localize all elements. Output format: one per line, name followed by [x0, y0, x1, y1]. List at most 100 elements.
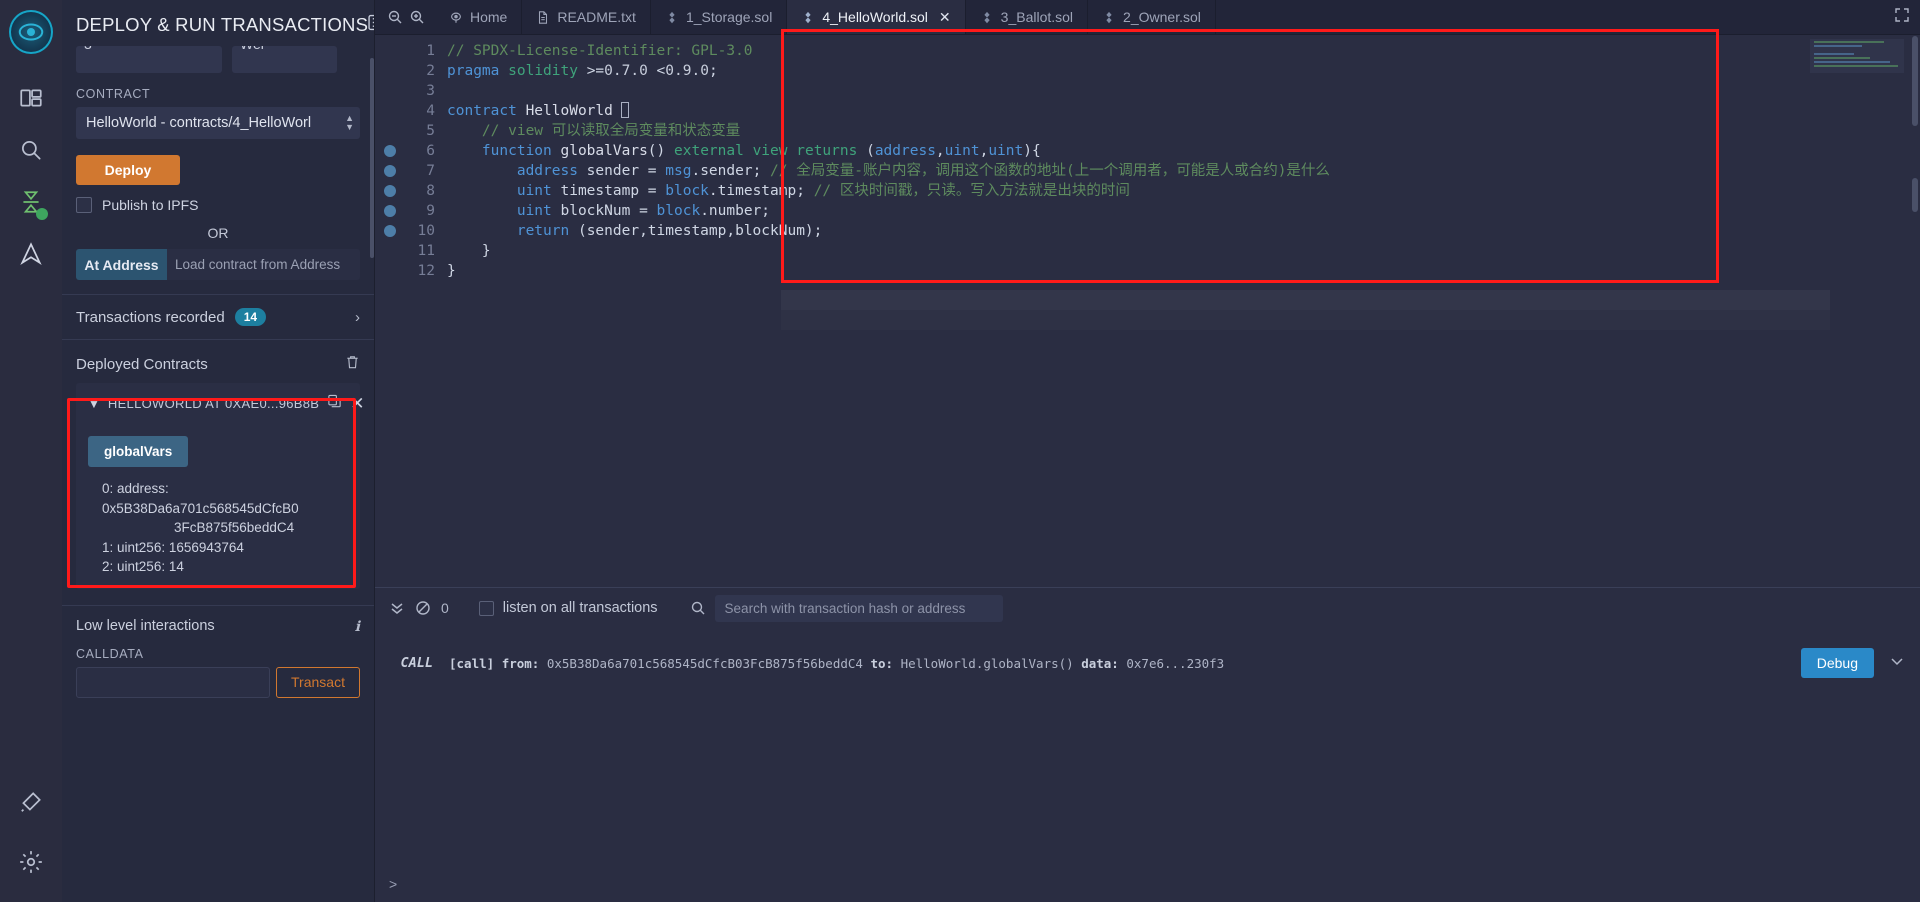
- glyph-5: [375, 121, 405, 141]
- publish-ipfs-row[interactable]: Publish to IPFS: [76, 197, 360, 213]
- calldata-label: CALLDATA: [76, 646, 144, 661]
- low-level-interactions-header: Low level interactions ℹ: [62, 604, 374, 635]
- panel-layout-icon[interactable]: [368, 14, 374, 36]
- tab-1-storage-label: 1_Storage.sol: [685, 9, 773, 25]
- log-prefix: [call]: [449, 655, 495, 671]
- panel-header: DEPLOY & RUN TRANSACTIONS: [62, 0, 374, 46]
- panel-scrollbar[interactable]: [370, 58, 374, 258]
- line-number: 1: [426, 43, 435, 59]
- contract-select-value: HelloWorld - contracts/4_HelloWorl: [86, 115, 312, 131]
- settings-gear-icon[interactable]: [8, 836, 54, 888]
- main-scrollbar-secondary[interactable]: [1912, 178, 1918, 212]
- tab-4-helloworld-label: 4_HelloWorld.sol: [822, 9, 928, 25]
- gas-value-row: 3 Wei: [76, 46, 360, 73]
- ban-clear-icon[interactable]: [415, 600, 431, 616]
- log-to-value: HelloWorld.globalVars(): [900, 655, 1074, 671]
- plugin-manager-icon[interactable]: [8, 776, 54, 828]
- tab-1-storage[interactable]: 1_Storage.sol: [651, 0, 788, 34]
- code-line-4: contract HelloWorld: [447, 101, 1920, 121]
- calldata-input[interactable]: [76, 666, 270, 698]
- debug-button[interactable]: Debug: [1800, 648, 1874, 678]
- code-editor[interactable]: 1 2 3 4 5 6 7 8 9 10 11 12 // SPDX-Licen…: [375, 35, 1920, 587]
- editor-minimap[interactable]: [1810, 39, 1904, 73]
- calldata-row: Transact: [76, 666, 360, 698]
- tab-3-ballot-label: 3_Ballot.sol: [1000, 9, 1074, 25]
- transactions-recorded-row[interactable]: Transactions recorded 14 ›: [62, 294, 374, 340]
- solidity-compiler-icon[interactable]: [8, 176, 54, 228]
- deployed-instance-card: ▼ HELLOWORLD AT 0XAE0...96B8B ✕ globalVa…: [76, 383, 365, 589]
- value-unit-value: Wei: [240, 46, 264, 52]
- editor-content[interactable]: 1 2 3 4 5 6 7 8 9 10 11 12 // SPDX-Licen…: [375, 35, 1920, 281]
- return-2-index: 2:: [102, 559, 114, 575]
- deploy-run-icon[interactable]: [8, 228, 54, 280]
- log-from-label: from:: [501, 655, 540, 671]
- breakpoint-line-9[interactable]: [375, 201, 405, 221]
- chevron-down-icon[interactable]: [1888, 652, 1906, 674]
- editor-line-numbers: 1 2 3 4 5 6 7 8 9 10 11 12: [405, 41, 447, 281]
- close-icon[interactable]: ✕: [350, 395, 364, 412]
- listen-all-transactions-row[interactable]: listen on all transactions: [478, 600, 658, 616]
- publish-ipfs-checkbox[interactable]: [76, 197, 92, 213]
- tab-3-ballot[interactable]: 3_Ballot.sol: [966, 0, 1089, 34]
- breakpoint-line-10[interactable]: [375, 221, 405, 241]
- chevron-down-icon[interactable]: ▼: [88, 397, 100, 411]
- listen-all-checkbox[interactable]: [478, 600, 494, 616]
- contract-select[interactable]: HelloWorld - contracts/4_HelloWorl ▲ ▼: [76, 107, 360, 139]
- solidity-file-icon: [801, 10, 815, 25]
- zoom-in-icon[interactable]: [409, 9, 425, 25]
- terminal-panel: 0 listen on all transactions CALL [call]…: [375, 587, 1920, 902]
- tab-2-owner[interactable]: 2_Owner.sol: [1088, 0, 1216, 34]
- globalvars-function-button[interactable]: globalVars: [88, 436, 189, 467]
- text-cursor: [620, 102, 629, 118]
- editor-selected-line: [781, 290, 1830, 310]
- code-line-11: }: [447, 243, 491, 259]
- search-icon[interactable]: [690, 600, 706, 616]
- delete-all-icon[interactable]: [345, 354, 360, 375]
- chevrons-down-icon[interactable]: [389, 600, 405, 616]
- return-2-type: uint256:: [117, 559, 166, 575]
- main-scrollbar[interactable]: [1912, 36, 1918, 126]
- transact-button[interactable]: Transact: [276, 666, 360, 698]
- tab-readme[interactable]: README.txt: [522, 0, 651, 34]
- editor-breakpoint-gutter[interactable]: [375, 41, 405, 281]
- terminal-search-input[interactable]: [714, 594, 1003, 622]
- return-1-type: uint256:: [117, 539, 166, 555]
- file-explorer-icon[interactable]: [8, 72, 54, 124]
- remix-ide-window: DEPLOY & RUN TRANSACTIONS 3 Wei CONTRACT…: [0, 0, 1920, 902]
- breakpoint-line-6[interactable]: [375, 141, 405, 161]
- log-from-value: 0x5B38Da6a701c568545dCfcB03FcB875f56bedd…: [546, 655, 863, 671]
- return-1-value: 1656943764: [168, 539, 244, 555]
- return-row-1: 1: uint256: 1656943764: [88, 538, 348, 558]
- text-file-icon: [536, 10, 550, 25]
- terminal-prompt-symbol[interactable]: >: [389, 876, 397, 892]
- line-number: 11: [417, 243, 435, 259]
- glyph-3: [375, 81, 405, 101]
- log-entry-call[interactable]: CALL [call] from: 0x5B38Da6a701c568545dC…: [375, 648, 1920, 678]
- line-number: 3: [426, 83, 435, 99]
- gas-limit-field[interactable]: 3: [76, 46, 222, 73]
- glyph-12: [375, 261, 405, 281]
- at-address-button[interactable]: At Address: [76, 249, 167, 280]
- close-icon[interactable]: ✕: [939, 9, 951, 26]
- value-unit-field[interactable]: Wei: [232, 46, 337, 73]
- tab-4-helloworld[interactable]: 4_HelloWorld.sol ✕: [787, 0, 966, 34]
- return-0-value-cont: 3FcB875f56beddC4: [174, 520, 295, 536]
- at-address-input[interactable]: [167, 249, 360, 280]
- return-0-index: 0:: [102, 481, 114, 496]
- return-1-index: 1:: [102, 539, 114, 555]
- breakpoint-line-8[interactable]: [375, 181, 405, 201]
- line-number: 6: [426, 143, 435, 159]
- code-line-6: function globalVars() external view retu…: [481, 143, 1041, 159]
- deploy-button[interactable]: Deploy: [76, 155, 180, 185]
- zoom-out-icon[interactable]: [387, 9, 403, 25]
- search-icon[interactable]: [8, 124, 54, 176]
- breakpoint-line-7[interactable]: [375, 161, 405, 181]
- expand-arrows-icon[interactable]: [1894, 7, 1910, 28]
- tab-home[interactable]: Home: [435, 0, 523, 34]
- line-number: 9: [426, 203, 435, 219]
- copy-icon[interactable]: [327, 393, 342, 414]
- editor-code-lines[interactable]: // SPDX-License-Identifier: GPL-3.0 pragm…: [447, 41, 1920, 281]
- instance-header[interactable]: ▼ HELLOWORLD AT 0XAE0...96B8B ✕: [88, 393, 365, 414]
- info-icon[interactable]: ℹ: [355, 618, 360, 635]
- chevron-right-icon[interactable]: ›: [355, 309, 360, 326]
